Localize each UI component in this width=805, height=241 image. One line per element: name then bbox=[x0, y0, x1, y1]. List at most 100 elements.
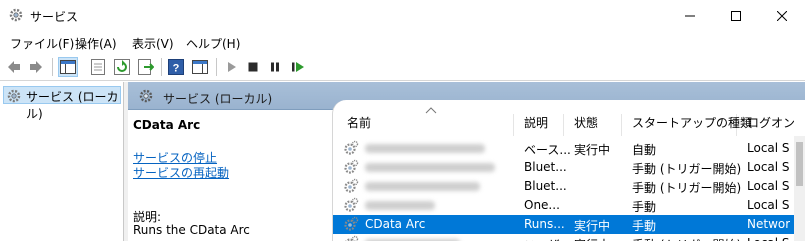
service-status-cell: 実行中 bbox=[574, 219, 611, 233]
pause-icon bbox=[271, 62, 279, 72]
tree-item-services-local[interactable]: サービス (ローカル) bbox=[3, 86, 121, 121]
service-row[interactable]: ベース... 実行中 自動 Local S bbox=[333, 139, 805, 158]
stop-service-button[interactable] bbox=[243, 57, 263, 77]
scrollbar-thumb[interactable] bbox=[796, 142, 803, 186]
service-description-cell: Runs... bbox=[524, 217, 565, 231]
maximize-icon bbox=[731, 10, 741, 21]
service-description-cell: ベース... bbox=[524, 143, 571, 157]
service-logon-cell: Local S bbox=[747, 236, 790, 241]
service-gear-icon bbox=[345, 235, 359, 241]
column-header-startup-type[interactable]: スタートアップの種類 bbox=[622, 114, 752, 136]
column-header-label: ログオン bbox=[747, 116, 796, 130]
detail-header-title: サービス (ローカル) bbox=[163, 92, 273, 106]
selected-service-name: CData Arc bbox=[133, 118, 201, 132]
redacted-service-name bbox=[365, 201, 435, 210]
column-header-name[interactable]: 名前 bbox=[333, 114, 514, 136]
maximize-button[interactable] bbox=[713, 0, 759, 31]
column-header-label: 名前 bbox=[347, 116, 372, 130]
column-header-label: スタートアップの種類 bbox=[632, 116, 753, 130]
tree-item-label: サービス (ローカル) bbox=[26, 90, 119, 121]
properties-icon bbox=[91, 59, 105, 75]
column-header-logon[interactable]: ログオン bbox=[737, 114, 795, 136]
close-button[interactable] bbox=[759, 0, 805, 31]
help-icon: ? bbox=[168, 59, 184, 75]
pause-service-button[interactable] bbox=[265, 57, 285, 77]
menu-help[interactable]: ヘルプ(H) bbox=[186, 35, 240, 52]
refresh-icon bbox=[114, 59, 130, 75]
properties-button[interactable] bbox=[88, 57, 108, 77]
menu-action[interactable]: 操作(A) bbox=[75, 35, 117, 52]
vertical-scrollbar[interactable] bbox=[794, 136, 805, 241]
back-arrow-icon bbox=[8, 61, 20, 73]
service-gear-icon bbox=[344, 140, 359, 155]
title-bar: サービス bbox=[0, 0, 805, 31]
services-gear-icon bbox=[7, 89, 21, 103]
play-icon bbox=[228, 62, 236, 72]
services-gear-icon bbox=[9, 8, 23, 22]
back-button[interactable] bbox=[4, 57, 24, 77]
services-list: 名前 説明 状態 スタートアップの種類 ログオン ベース... 実行中 自動 Loca… bbox=[332, 100, 805, 241]
description-text: Runs the CData Arc bbox=[133, 223, 250, 237]
column-header-label: 状態 bbox=[574, 116, 599, 130]
forward-arrow-icon bbox=[30, 61, 42, 73]
description-panel: CData Arc サービスの停止 サービスの再起動 説明: Runs the … bbox=[128, 110, 332, 241]
menu-file[interactable]: ファイル(F) bbox=[10, 35, 74, 52]
service-name-cell: CData Arc bbox=[365, 217, 426, 231]
service-gear-icon bbox=[344, 216, 359, 231]
toolbar-separator bbox=[161, 58, 162, 76]
minimize-button[interactable] bbox=[667, 0, 713, 31]
service-status-cell: 実行中 bbox=[574, 143, 611, 157]
stop-icon bbox=[248, 62, 258, 72]
service-startup-cell: 自動 bbox=[632, 143, 657, 157]
service-gear-icon bbox=[344, 159, 359, 174]
service-description-cell: Bluet... bbox=[524, 179, 567, 193]
restart-service-button[interactable] bbox=[288, 57, 308, 77]
service-row[interactable]: Bluet... 手動 (トリガー開始) Local S bbox=[333, 177, 805, 196]
restart-service-link[interactable]: サービスの再起動 bbox=[133, 164, 229, 181]
service-row[interactable]: ユーザ 実行中 手動 (トリガー開始) Local S bbox=[333, 234, 805, 241]
column-header-status[interactable]: 状態 bbox=[564, 114, 622, 136]
redacted-service-name bbox=[365, 163, 495, 172]
service-logon-cell: Local S bbox=[747, 198, 790, 212]
service-startup-cell: 手動 (トリガー開始) bbox=[632, 181, 742, 195]
toolbar-separator bbox=[52, 58, 53, 76]
menu-view[interactable]: 表示(V) bbox=[132, 35, 174, 52]
restart-icon bbox=[292, 62, 304, 72]
service-logon-cell: Networ bbox=[747, 217, 791, 231]
help-button[interactable]: ? bbox=[166, 57, 186, 77]
action-pane-icon bbox=[192, 60, 208, 74]
column-header-description[interactable]: 説明 bbox=[514, 114, 564, 136]
service-logon-cell: Local S bbox=[747, 179, 790, 193]
service-row[interactable]: One... 手動 Local S bbox=[333, 196, 805, 215]
service-description-cell: Bluet... bbox=[524, 160, 567, 174]
service-logon-cell: Local S bbox=[747, 160, 790, 174]
console-tree: サービス (ローカル) bbox=[0, 82, 124, 241]
redacted-service-name bbox=[365, 144, 485, 153]
service-row[interactable]: Bluet... 手動 (トリガー開始) Local S bbox=[333, 158, 805, 177]
service-logon-cell: Local S bbox=[747, 141, 790, 155]
redacted-service-name bbox=[365, 182, 480, 191]
forward-button[interactable] bbox=[26, 57, 46, 77]
sort-ascending-icon bbox=[425, 107, 437, 114]
window-title: サービス bbox=[30, 10, 79, 24]
service-row[interactable]: CData Arc Runs... 実行中 手動 Networ bbox=[333, 215, 805, 234]
service-startup-cell: 手動 bbox=[632, 200, 657, 214]
start-service-button[interactable] bbox=[221, 57, 241, 77]
export-list-button[interactable] bbox=[136, 57, 156, 77]
close-icon bbox=[777, 10, 787, 21]
toolbar-separator bbox=[216, 58, 217, 76]
refresh-button[interactable] bbox=[112, 57, 132, 77]
service-gear-icon bbox=[344, 197, 359, 212]
service-description-cell: One... bbox=[524, 198, 560, 212]
toolbar: ? bbox=[0, 53, 805, 81]
service-status-cell: 実行中 bbox=[574, 236, 610, 241]
column-header-label: 説明 bbox=[524, 116, 549, 130]
detail-pane: サービス (ローカル) CData Arc サービスの停止 サービスの再起動 説… bbox=[128, 82, 805, 241]
minimize-icon bbox=[685, 15, 695, 16]
service-startup-cell: 手動 (トリガー開始) bbox=[632, 162, 742, 176]
service-gear-icon bbox=[344, 178, 359, 193]
service-startup-cell: 手動 (トリガー開始) bbox=[632, 236, 741, 241]
show-console-tree-button[interactable] bbox=[58, 57, 78, 77]
action-pane-button[interactable] bbox=[190, 57, 210, 77]
services-gear-icon bbox=[139, 89, 153, 103]
